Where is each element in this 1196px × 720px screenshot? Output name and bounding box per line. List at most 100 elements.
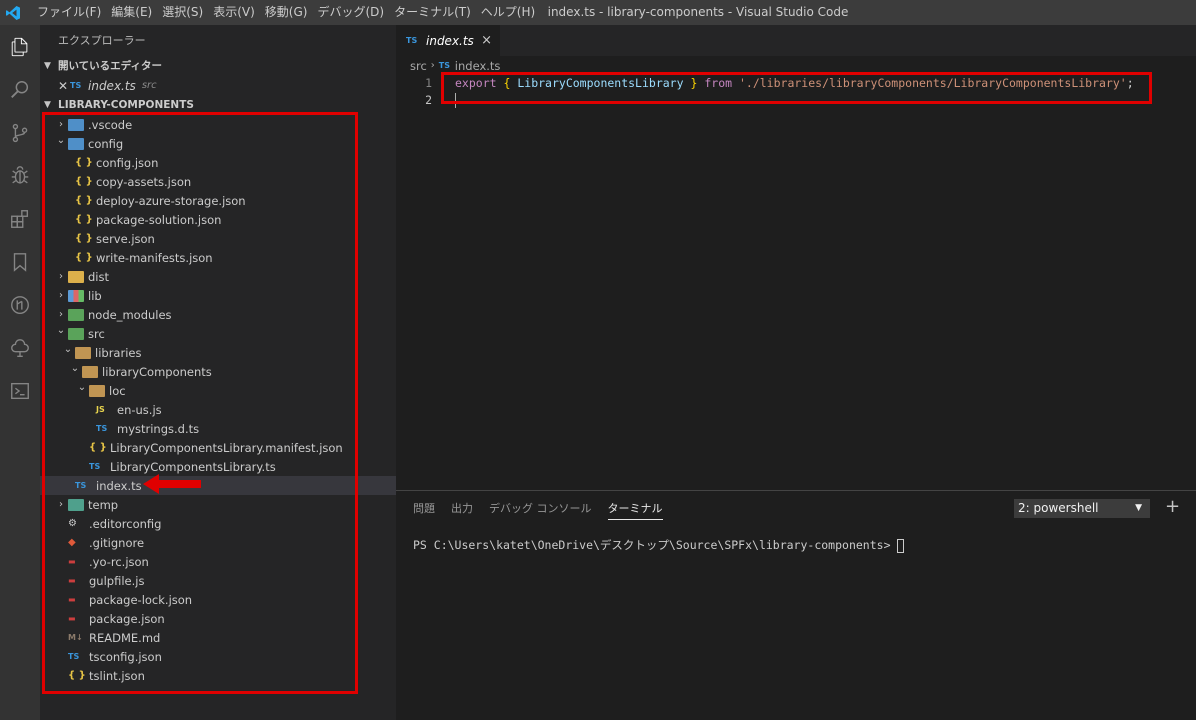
menu-bar: ファイル(F) 編集(E) 選択(S) 表示(V) 移動(G) デバッグ(D) …	[32, 0, 540, 25]
bottom-panel: 問題 出力 デバッグ コンソール ターミナル 2: powershell ▼ +…	[396, 490, 1196, 720]
chevron-right-icon: ›	[59, 499, 63, 510]
tree-file[interactable]: { } tslint.json	[40, 666, 396, 685]
tree-file[interactable]: TS LibraryComponentsLibrary.ts	[40, 457, 396, 476]
json-file-icon: { }	[75, 195, 93, 206]
terminal-prompt: PS C:\Users\katet\OneDrive\デスクトップ\Source…	[413, 538, 898, 552]
semicolon: ;	[1126, 76, 1134, 90]
powershell-icon[interactable]	[0, 371, 40, 411]
open-editors-header[interactable]: ▼ 開いているエディター	[40, 57, 396, 76]
menu-file[interactable]: ファイル(F)	[32, 0, 106, 25]
chevron-down-icon: ⌄	[56, 325, 66, 336]
code-text	[455, 92, 456, 109]
tree-file[interactable]: TS mystrings.d.ts	[40, 419, 396, 438]
tree-item-label: .gitignore	[89, 535, 145, 550]
azure-icon[interactable]	[0, 328, 40, 368]
tree-item-label: index.ts	[96, 478, 142, 493]
tree-file[interactable]: { } write-manifests.json	[40, 248, 396, 267]
tree-file[interactable]: TS tsconfig.json	[40, 647, 396, 666]
tree-file[interactable]: TS index.ts	[40, 476, 396, 495]
terminal-output[interactable]: PS C:\Users\katet\OneDrive\デスクトップ\Source…	[396, 537, 1196, 553]
tree-item-label: write-manifests.json	[96, 250, 213, 265]
terminal-select[interactable]: 2: powershell ▼	[1014, 499, 1150, 518]
search-icon[interactable]	[0, 70, 40, 110]
tree-item-label: deploy-azure-storage.json	[96, 193, 246, 208]
menu-selection[interactable]: 選択(S)	[157, 0, 208, 25]
npm-file-icon: ▬	[68, 557, 76, 566]
tree-file[interactable]: { } deploy-azure-storage.json	[40, 191, 396, 210]
tab-output[interactable]: 出力	[451, 491, 473, 526]
tree-item-label: temp	[88, 497, 119, 512]
npm-file-icon: ▬	[68, 614, 76, 623]
code-editor[interactable]: 1 export { LibraryComponentsLibrary } fr…	[396, 75, 1196, 109]
line-number: 2	[425, 93, 432, 107]
code-line[interactable]: 1 export { LibraryComponentsLibrary } fr…	[396, 75, 1196, 92]
tab-debug-console[interactable]: デバッグ コンソール	[489, 491, 592, 526]
debug-icon[interactable]	[0, 156, 40, 196]
tree-file[interactable]: ▬ package.json	[40, 609, 396, 628]
chevron-down-icon: ▼	[1135, 503, 1142, 513]
tree-folder[interactable]: › .vscode	[40, 115, 396, 134]
tree-folder[interactable]: ⌄ loc	[40, 381, 396, 400]
menu-go[interactable]: 移動(G)	[260, 0, 313, 25]
tree-folder[interactable]: ⌄ src	[40, 324, 396, 343]
tab-terminal[interactable]: ターミナル	[607, 498, 663, 520]
menu-edit[interactable]: 編集(E)	[106, 0, 157, 25]
typescript-file-icon: TS	[438, 61, 451, 70]
menu-view[interactable]: 表示(V)	[208, 0, 260, 25]
tree-folder[interactable]: › node_modules	[40, 305, 396, 324]
menu-debug[interactable]: デバッグ(D)	[312, 0, 389, 25]
tree-folder[interactable]: ⌄ libraryComponents	[40, 362, 396, 381]
tree-file[interactable]: { } serve.json	[40, 229, 396, 248]
tree-folder[interactable]: ⌄ libraries	[40, 343, 396, 362]
close-icon[interactable]: ×	[481, 33, 492, 48]
tree-folder[interactable]: ⌄ config	[40, 134, 396, 153]
tree-file[interactable]: { } package-solution.json	[40, 210, 396, 229]
code-line[interactable]: 2	[396, 92, 1196, 109]
menu-help[interactable]: ヘルプ(H)	[476, 0, 540, 25]
menu-terminal[interactable]: ターミナル(T)	[389, 0, 476, 25]
tree-file[interactable]: JS en-us.js	[40, 400, 396, 419]
tree-file[interactable]: ▬ gulpfile.js	[40, 571, 396, 590]
editor-area: TS index.ts × src › TS index.ts 1 export…	[396, 25, 1196, 490]
extensions-icon[interactable]	[0, 199, 40, 239]
git-file-icon: ◆	[68, 537, 76, 548]
file-tree: › .vscode ⌄ config{ } config.json{ } copy-ass…	[40, 115, 396, 685]
tree-file[interactable]: ▬ package-lock.json	[40, 590, 396, 609]
chevron-down-icon: ⌄	[63, 344, 73, 355]
chevron-down-icon: ⌄	[70, 363, 80, 374]
tree-file[interactable]: { } copy-assets.json	[40, 172, 396, 191]
close-icon[interactable]: ✕	[58, 76, 70, 96]
tab-problems[interactable]: 問題	[413, 491, 435, 526]
chevron-right-icon: ›	[59, 119, 63, 130]
project-header[interactable]: ▼ LIBRARY-COMPONENTS	[40, 96, 396, 115]
tree-folder[interactable]: › dist	[40, 267, 396, 286]
open-editor-item[interactable]: ✕ TS index.ts src	[40, 76, 396, 96]
json-file-icon: { }	[75, 252, 93, 263]
json-file-icon: { }	[75, 233, 93, 244]
typescript-file-icon: TS	[406, 36, 418, 45]
tree-item-label: mystrings.d.ts	[117, 421, 200, 436]
add-terminal-button[interactable]: +	[1165, 496, 1180, 517]
breadcrumb-folder[interactable]: src	[410, 59, 427, 73]
tree-folder[interactable]: › temp	[40, 495, 396, 514]
tree-file[interactable]: ⚙ .editorconfig	[40, 514, 396, 533]
tree-file[interactable]: { } config.json	[40, 153, 396, 172]
folder-icon	[68, 327, 84, 340]
tab-index-ts[interactable]: TS index.ts ×	[396, 25, 500, 56]
breadcrumb-file[interactable]: index.ts	[455, 59, 501, 73]
git-history-icon[interactable]	[0, 285, 40, 325]
folder-icon	[68, 118, 84, 131]
tree-file[interactable]: M↓ README.md	[40, 628, 396, 647]
tree-item-label: .editorconfig	[89, 516, 162, 531]
bookmark-icon[interactable]	[0, 242, 40, 282]
tree-folder[interactable]: › lib	[40, 286, 396, 305]
tree-item-label: LibraryComponentsLibrary.ts	[110, 459, 276, 474]
source-control-icon[interactable]	[0, 113, 40, 153]
tree-file[interactable]: { } LibraryComponentsLibrary.manifest.jso…	[40, 438, 396, 457]
tree-file[interactable]: ▬ .yo-rc.json	[40, 552, 396, 571]
json-file-icon: { }	[75, 157, 93, 168]
files-icon[interactable]	[0, 27, 40, 67]
breadcrumb: src › TS index.ts	[396, 56, 1196, 75]
tree-file[interactable]: ◆ .gitignore	[40, 533, 396, 552]
typescript-file-icon: TS	[89, 462, 101, 471]
